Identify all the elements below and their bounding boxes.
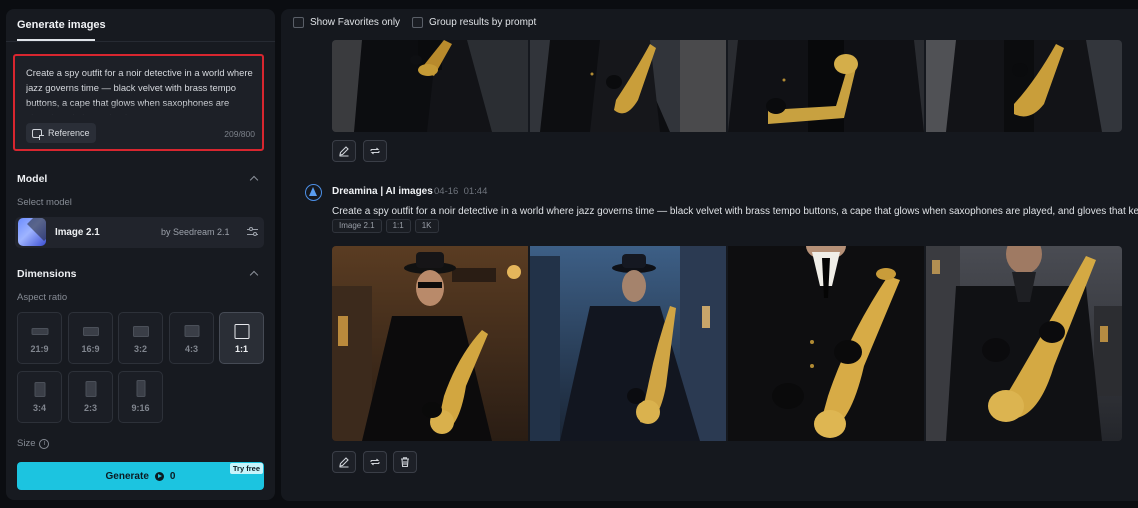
result-image[interactable]	[926, 40, 1122, 132]
prompt-fade	[26, 102, 256, 116]
generate-button[interactable]: Generate 0 Try free	[17, 462, 264, 490]
aspect-9-16-icon	[136, 380, 145, 397]
delete-button[interactable]	[393, 451, 417, 473]
aspect-label: 4:3	[184, 344, 198, 354]
aspect-label: 9:16	[131, 403, 150, 413]
aspect-9-16-button[interactable]: 9:16	[118, 371, 163, 423]
aspect-21-9-icon	[31, 328, 48, 335]
dimensions-section-title: Dimensions	[17, 268, 77, 280]
aspect-ratio-label: Aspect ratio	[17, 292, 68, 303]
model-collapse-chevron-icon[interactable]	[249, 175, 259, 185]
aspect-3-2-button[interactable]: 3:2	[118, 312, 163, 364]
aspect-label: 3:4	[32, 403, 46, 413]
model-selector[interactable]: Image 2.1 by Seedream 2.1	[15, 217, 264, 248]
aspect-4-3-button[interactable]: 4:3	[169, 312, 214, 364]
aspect-16-9-icon	[82, 327, 99, 336]
aspect-3-2-icon	[132, 326, 149, 337]
aspect-1-1-button[interactable]: 1:1	[219, 312, 264, 364]
size-row: Size i	[17, 438, 50, 449]
aspect-3-4-button[interactable]: 3:4	[17, 371, 62, 423]
results-panel: Show Favorites only Group results by pro…	[281, 9, 1138, 501]
generate-cost: 0	[169, 470, 176, 482]
model-name: Image 2.1	[55, 227, 100, 238]
result-image[interactable]	[728, 246, 924, 441]
generation-timestamp: 04-16 01:44	[434, 186, 487, 197]
aspect-21-9-button[interactable]: 21:9	[17, 312, 62, 364]
reference-image-icon	[32, 128, 44, 140]
model-section-title: Model	[17, 173, 48, 185]
model-settings-icon[interactable]	[247, 227, 258, 237]
info-icon[interactable]: i	[39, 438, 50, 449]
dimensions-collapse-chevron-icon[interactable]	[249, 270, 259, 280]
tag-model: Image 2.1	[332, 219, 382, 233]
aspect-label: 1:1	[234, 344, 248, 354]
aspect-3-4-icon	[34, 382, 45, 397]
generation-date: 04-16	[434, 186, 459, 197]
aspect-label: 2:3	[83, 403, 97, 413]
aspect-label: 21:9	[30, 344, 49, 354]
regenerate-icon	[370, 147, 380, 155]
result-image-strip	[332, 246, 1122, 441]
generation-tags: Image 2.1 1:1 1K	[332, 219, 439, 233]
dreamina-avatar-icon	[305, 184, 322, 201]
aspect-2-3-icon	[85, 381, 96, 397]
tab-divider	[6, 41, 275, 42]
character-count: 209/800	[224, 129, 255, 139]
generation-time: 01:44	[463, 186, 488, 197]
model-provider: by Seedream 2.1	[161, 227, 230, 237]
try-free-badge: Try free	[229, 463, 263, 474]
tab-generate-images[interactable]: Generate images	[17, 19, 106, 31]
aspect-16-9-button[interactable]: 16:9	[68, 312, 113, 364]
tag-resolution: 1K	[414, 219, 439, 233]
generate-panel: Generate images Create a spy outfit for …	[6, 9, 275, 500]
generation-prompt: Create a spy outfit for a noir detective…	[332, 206, 1138, 217]
result-image[interactable]	[332, 246, 528, 441]
result-image[interactable]	[728, 40, 924, 132]
group-filter[interactable]: Group results by prompt	[412, 17, 536, 28]
tag-aspect: 1:1	[385, 219, 411, 233]
result-image[interactable]	[530, 40, 726, 132]
aspect-label: 16:9	[81, 344, 100, 354]
favorites-filter[interactable]: Show Favorites only	[293, 17, 400, 28]
model-thumbnail	[18, 218, 46, 246]
reference-label: Reference	[48, 128, 90, 138]
edit-button[interactable]	[332, 451, 356, 473]
aspect-2-3-button[interactable]: 2:3	[68, 371, 113, 423]
trash-icon	[401, 457, 409, 468]
result-image[interactable]	[332, 40, 528, 132]
aspect-label: 3:2	[133, 344, 147, 354]
result-image[interactable]	[926, 246, 1122, 441]
previous-image-strip	[332, 40, 1122, 132]
group-checkbox[interactable]	[412, 17, 423, 28]
pencil-icon	[339, 146, 349, 157]
reference-button[interactable]: Reference	[26, 123, 96, 143]
regenerate-button[interactable]	[363, 140, 387, 162]
size-label: Size	[17, 438, 36, 449]
credit-icon	[154, 471, 164, 481]
group-label: Group results by prompt	[429, 17, 537, 28]
regenerate-button[interactable]	[363, 451, 387, 473]
prompt-input[interactable]: Create a spy outfit for a noir detective…	[13, 54, 264, 151]
regenerate-icon	[370, 458, 380, 466]
favorites-label: Show Favorites only	[310, 17, 401, 28]
result-image[interactable]	[530, 246, 726, 441]
generation-title: Dreamina | AI images	[332, 186, 433, 197]
select-model-label: Select model	[17, 197, 72, 208]
aspect-1-1-icon	[234, 324, 249, 339]
pencil-icon	[339, 457, 349, 468]
favorites-checkbox[interactable]	[293, 17, 304, 28]
app-window: Generate images Create a spy outfit for …	[0, 0, 1138, 508]
generate-label: Generate	[105, 470, 149, 482]
edit-button[interactable]	[332, 140, 356, 162]
aspect-4-3-icon	[184, 325, 199, 337]
